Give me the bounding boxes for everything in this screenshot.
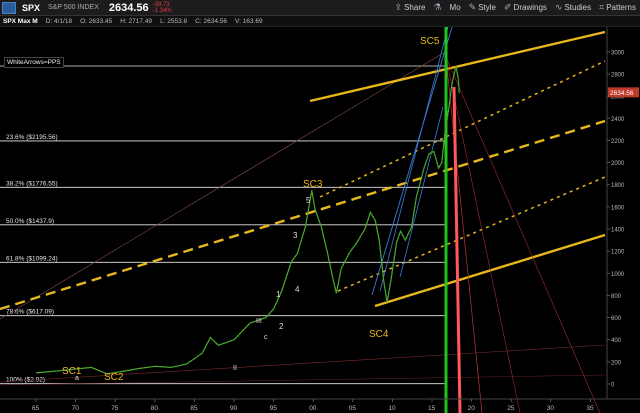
price-series-line (35, 66, 460, 375)
price-axis-label: 2000 (611, 161, 625, 167)
wave-annotation: III (256, 318, 262, 325)
flask-button[interactable]: ⚗ (433, 2, 441, 13)
studies-icon: ∿ (554, 2, 563, 12)
wave-annotation: 3 (293, 231, 298, 240)
price-axis-label: 1200 (611, 250, 625, 256)
patterns-button[interactable]: ⌗ Patterns (599, 2, 636, 13)
time-axis-label: 05 (349, 405, 357, 412)
bar-low: L: 2553.8 (160, 17, 188, 25)
time-axis-label: 15 (428, 405, 436, 412)
wave-annotation: SC1 (62, 366, 82, 377)
time-axis-label: 30 (547, 405, 555, 412)
price-axis-label: 1400 (611, 228, 625, 234)
wave-annotation: SC3 (303, 179, 323, 190)
channel-upper-dotted-line (319, 60, 606, 198)
channel-bottom-line (374, 233, 606, 308)
flask-icon: ⚗ (433, 2, 442, 12)
time-axis-label: 85 (190, 405, 198, 412)
share-button[interactable]: ⇪ Share (395, 2, 426, 13)
drawings-button[interactable]: ✐ Drawings (504, 2, 547, 13)
red-vertical-line (452, 86, 462, 413)
fib-level-label: 78.6% ($617.09) (6, 309, 54, 316)
price-axis-label: 1600 (611, 205, 625, 211)
drawings-icon: ✐ (504, 2, 512, 12)
time-axis-label: 25 (507, 405, 515, 412)
price-axis-label: 200 (611, 360, 622, 366)
time-axis-label: 65 (32, 405, 40, 412)
wave-annotation: SC5 (420, 36, 440, 47)
wave-annotation: a (75, 375, 79, 382)
price-axis-label: 600 (611, 316, 622, 322)
share-icon: ⇪ (394, 2, 403, 12)
price-axis-label: 3000 (611, 50, 625, 56)
wave-annotation: 5 (306, 196, 311, 205)
fib-level-label: 50.0% ($1437.9) (6, 218, 54, 225)
time-axis-label: 00 (309, 405, 317, 412)
price-axis-label: 1800 (611, 183, 625, 189)
chart-info-bar: SPX Max M D: 4/1/18 O: 2633.45 H: 2717.4… (0, 16, 640, 27)
price-chart[interactable]: 0.0% ($2872.87)23.6% ($2195.56)38.2% ($1… (0, 26, 640, 413)
price-change: -38.73 -1.34% (153, 2, 172, 14)
bar-date: D: 4/1/18 (45, 17, 73, 25)
fib-level-label: 23.6% ($2195.56) (6, 134, 58, 141)
blue-trend-line (371, 26, 453, 296)
time-axis-label: 75 (111, 405, 119, 412)
study-label: WhiteArrows=PPS (4, 57, 64, 68)
wave-annotation: 2 (279, 322, 284, 331)
blue-trend-line (379, 26, 449, 292)
time-axis-label: 10 (388, 405, 396, 412)
price-axis-label: 2200 (611, 139, 625, 145)
wave-annotation: c (264, 334, 268, 341)
blue-trend-line (399, 106, 444, 278)
time-axis-label: 80 (151, 405, 159, 412)
wave-annotation: 4 (295, 285, 300, 294)
wave-annotation: SC4 (369, 329, 389, 340)
chart-canvas[interactable]: 0.0% ($2872.87)23.6% ($2195.56)38.2% ($1… (0, 26, 640, 413)
chart-title: SPX Max M (3, 17, 38, 25)
wave-annotation: 1 (276, 290, 281, 299)
mo-button[interactable]: Mo (450, 3, 461, 12)
symbol-field[interactable]: SPX (22, 3, 40, 13)
price-axis-label: 400 (611, 338, 622, 344)
patterns-icon: ⌗ (599, 2, 605, 12)
time-axis-label: 90 (230, 405, 238, 412)
current-price-tag-label: 2634.56 (610, 90, 634, 97)
channel-top-line (309, 30, 606, 103)
price-axis-label: 2400 (611, 117, 625, 123)
trend-line-faint (0, 51, 446, 320)
wave-annotation: SC2 (104, 372, 124, 383)
bar-high: H: 2717.49 (120, 17, 153, 25)
studies-button[interactable]: ∿ Studies (555, 2, 591, 13)
time-axis-label: 35 (586, 405, 594, 412)
wave-annotation: II (233, 365, 237, 372)
toolbar: SPX S&P 500 INDEX 2634.56 -38.73 -1.34% … (0, 0, 640, 16)
price-axis-bg (607, 27, 640, 413)
fib-level-label: 38.2% ($1776.55) (6, 180, 58, 187)
symbol-name: S&P 500 INDEX (48, 4, 99, 11)
time-axis-label: 95 (270, 405, 278, 412)
style-icon: ✎ (468, 2, 477, 12)
price-axis-label: 800 (611, 294, 622, 300)
price-axis-label: 2800 (611, 73, 625, 79)
bar-open: O: 2633.45 (80, 17, 113, 25)
price-axis-label: 1000 (611, 272, 625, 278)
price-series-down-bars (35, 66, 460, 375)
time-axis-label: 70 (72, 405, 80, 412)
time-axis-label: 20 (468, 405, 476, 412)
style-button[interactable]: ✎ Style (469, 2, 496, 13)
last-price: 2634.56 (108, 1, 149, 14)
bar-volume: V: 163.69 (234, 17, 263, 25)
red-fan-line (445, 56, 483, 413)
change-percent: -1.34% (152, 7, 172, 14)
bar-close: C: 2634.56 (195, 17, 227, 25)
app-logo-icon (2, 1, 16, 14)
fib-level-label: 61.8% ($1099.24) (6, 255, 58, 262)
